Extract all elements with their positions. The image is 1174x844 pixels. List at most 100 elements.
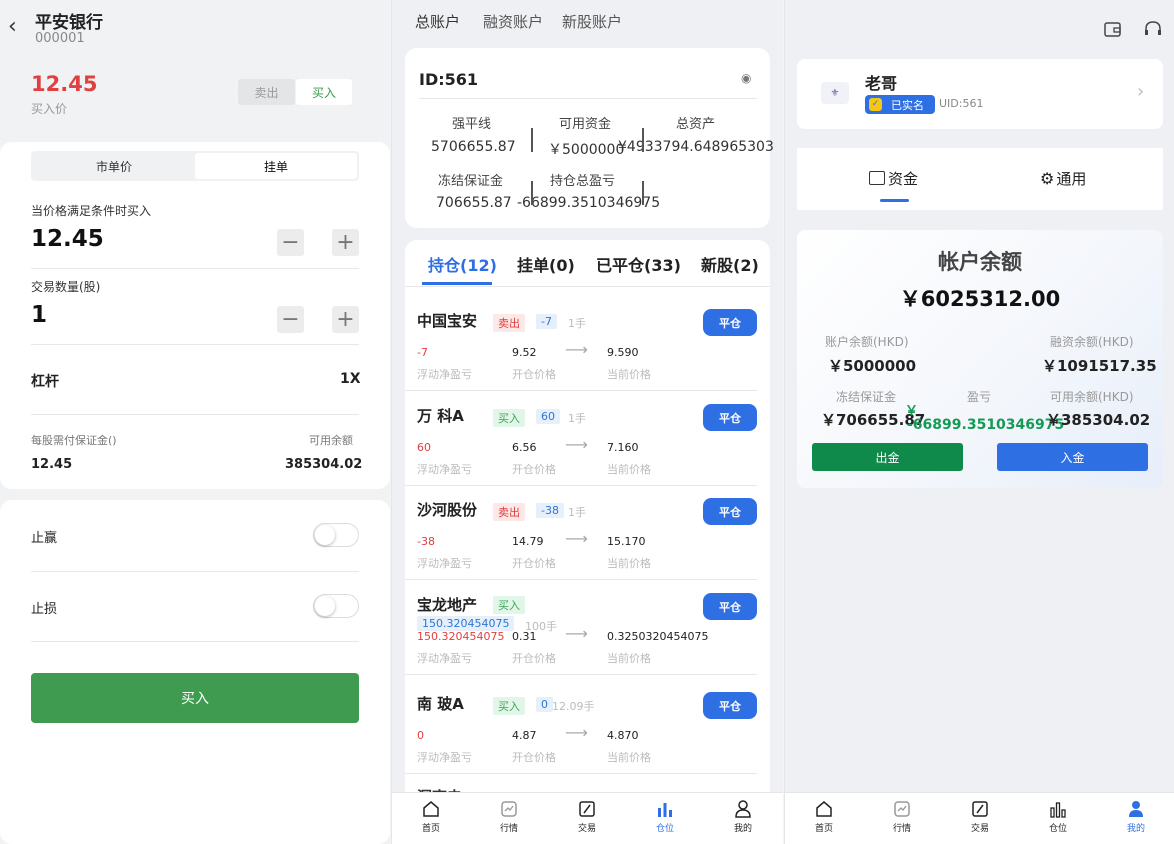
tab-ipo[interactable]: 新股(2) (701, 252, 759, 276)
deposit-button[interactable]: 入金 (997, 443, 1148, 471)
account-panel: ⚜ 老哥 ✓ 已实名 UID:561 › 资金 ⚙ 通用 帐户余额 ￥6025312… (784, 0, 1174, 844)
nav-trade[interactable]: 交易 (557, 799, 617, 834)
buy-button[interactable]: 买入 (31, 673, 359, 723)
shield-icon: ✓ (869, 98, 882, 111)
nav-positions[interactable]: 仓位 (1028, 799, 1088, 834)
buy-toggle[interactable]: 买入 (296, 79, 352, 105)
tab-holdings[interactable]: 持仓(12) (428, 252, 497, 276)
tab-margin-account[interactable]: 融资账户 (483, 11, 543, 32)
quantity-badge: -38 (536, 503, 564, 518)
nav-market[interactable]: 行情 (872, 799, 932, 834)
nav-label: 仓位 (655, 824, 674, 834)
divider (405, 773, 757, 774)
nav-positions[interactable]: 仓位 (635, 799, 695, 834)
stat-label: 可用资金 (559, 117, 612, 132)
tab-limit[interactable]: 挂单 (195, 153, 357, 179)
tab-ipo-account[interactable]: 新股账户 (562, 11, 622, 32)
open-price: 4.87 (512, 729, 537, 742)
condition-price-input[interactable]: 12.45 (31, 226, 104, 252)
direction-badge: 买入 (493, 596, 525, 614)
eye-icon[interactable]: ◉ (741, 71, 751, 85)
take-profit-label: 止赢 (31, 531, 58, 546)
available-value: 385304.02 (285, 457, 363, 472)
available-label: 可用余额 (309, 434, 353, 447)
nav-label: 交易 (970, 824, 989, 834)
bottom-nav: 首页 行情 交易 仓位 我的 (785, 792, 1174, 844)
qty-minus-button[interactable]: − (277, 306, 304, 333)
lot-size: 1手 (568, 506, 586, 519)
stop-card: 止赢 止损 (0, 500, 390, 844)
trade-icon (972, 801, 988, 817)
nav-label: 仓位 (1048, 824, 1067, 834)
stat-value: 706655.87 (436, 195, 512, 211)
floating-pl: 150.320454075 (417, 630, 505, 643)
balance-label: 可用余额(HKD) (1050, 390, 1134, 404)
nav-mine[interactable]: 我的 (1106, 799, 1166, 834)
balance-title: 帐户余额 (938, 250, 1022, 274)
nav-label: 交易 (577, 824, 596, 834)
tab-general[interactable]: ⚙ 通用 (1040, 168, 1086, 189)
tab-closed[interactable]: 已平仓(33) (596, 252, 681, 276)
stat-value: ￥5000000 (548, 142, 625, 158)
divider (405, 579, 757, 580)
balance-value: ￥1091517.35 (1042, 357, 1157, 375)
tab-pending[interactable]: 挂单(0) (517, 252, 575, 276)
stock-name: 南 玻A (417, 695, 464, 713)
current-price-label: 当前价格 (607, 557, 651, 570)
lot-size: 1手 (568, 317, 586, 330)
close-position-button[interactable]: 平仓 (703, 498, 757, 525)
nav-home[interactable]: 首页 (401, 799, 461, 834)
balance-label: 账户余额(HKD) (825, 335, 909, 349)
trade-icon (579, 801, 595, 817)
stat-label: 强平线 (452, 117, 492, 132)
close-position-button[interactable]: 平仓 (703, 404, 757, 431)
leverage-value[interactable]: 1X (340, 371, 361, 387)
direction-badge: 卖出 (493, 503, 525, 521)
stop-loss-toggle[interactable] (313, 594, 359, 618)
nav-home[interactable]: 首页 (794, 799, 854, 834)
stock-name: 万 科A (417, 407, 464, 425)
user-uid: UID:561 (939, 97, 984, 110)
divider (531, 181, 533, 205)
buy-price: 12.45 (31, 72, 98, 96)
balance-label: 融资余额(HKD) (1050, 335, 1134, 349)
take-profit-toggle[interactable] (313, 523, 359, 547)
wallet-icon[interactable] (1103, 19, 1123, 39)
price-plus-button[interactable]: + (332, 229, 359, 256)
balance-value: ￥5000000 (828, 357, 917, 375)
condition-label: 当价格满足条件时买入 (31, 204, 152, 218)
price-minus-button[interactable]: − (277, 229, 304, 256)
floating-pl: -7 (417, 346, 428, 359)
headset-icon[interactable] (1143, 19, 1163, 39)
avatar: ⚜ (821, 82, 849, 104)
tab-market[interactable]: 市单价 (33, 153, 195, 179)
nav-market[interactable]: 行情 (479, 799, 539, 834)
close-position-button[interactable]: 平仓 (703, 593, 757, 620)
chart-icon (501, 801, 517, 817)
positions-card: 持仓(12) 挂单(0) 已平仓(33) 新股(2) 中国宝安 卖出 -7 1手 平仓 -… (405, 240, 770, 806)
profile-card[interactable]: ⚜ 老哥 ✓ 已实名 UID:561 › (797, 59, 1163, 129)
close-position-button[interactable]: 平仓 (703, 692, 757, 719)
divider (405, 286, 770, 287)
open-price-label: 开仓价格 (512, 463, 556, 476)
nav-mine[interactable]: 我的 (713, 799, 773, 834)
qty-plus-button[interactable]: + (332, 306, 359, 333)
current-price-label: 当前价格 (607, 368, 651, 381)
stat-value: -66899.3510346975 (517, 195, 661, 211)
buy-price-label: 买入价 (31, 102, 68, 116)
sell-toggle[interactable]: 卖出 (238, 79, 295, 105)
tab-total-account[interactable]: 总账户 (415, 11, 460, 32)
back-icon[interactable]: ‹ (8, 14, 17, 39)
divider (642, 128, 644, 152)
pl-label: 浮动净盈亏 (417, 652, 472, 665)
withdraw-button[interactable]: 出金 (812, 443, 963, 471)
quantity-input[interactable]: 1 (31, 302, 47, 328)
divider (419, 98, 757, 99)
tab-funds[interactable]: 资金 (869, 168, 918, 189)
close-position-button[interactable]: 平仓 (703, 309, 757, 336)
stat-value: 5706655.87 (431, 139, 516, 155)
balance-value: ￥385304.02 (1046, 411, 1151, 429)
arrow-right-icon: ⟶ (565, 435, 588, 454)
current-price: 7.160 (607, 441, 639, 454)
nav-trade[interactable]: 交易 (950, 799, 1010, 834)
